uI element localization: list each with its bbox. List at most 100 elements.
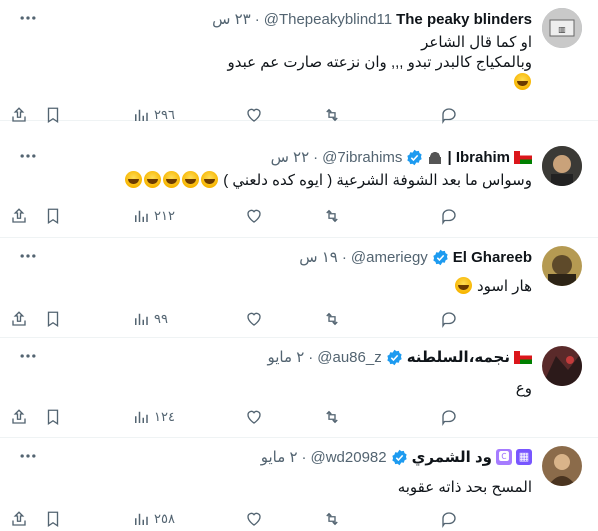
- share-icon: [12, 107, 26, 122]
- svg-text:▥: ▥: [558, 25, 566, 34]
- tweet-time[interactable]: ٢٣ س: [212, 10, 251, 28]
- like-button[interactable]: [245, 204, 263, 228]
- retweet-button[interactable]: [323, 405, 341, 429]
- more-icon[interactable]: [18, 446, 38, 466]
- views-button[interactable]: ٢٥٨: [132, 507, 175, 531]
- tweet-line: او كما قال الشاعر: [421, 34, 532, 51]
- more-icon[interactable]: [18, 246, 38, 266]
- separator-dot: ·: [341, 248, 347, 266]
- bookmark-button[interactable]: [44, 204, 62, 228]
- like-button[interactable]: [245, 307, 263, 331]
- grinning-emoji: [454, 277, 472, 294]
- share-button[interactable]: [10, 405, 28, 429]
- bookmark-button[interactable]: [44, 103, 62, 127]
- avatar[interactable]: [542, 446, 582, 486]
- tweet-time[interactable]: ٢ مايو: [267, 348, 304, 366]
- author-handle[interactable]: @Thepeakyblind11: [264, 11, 392, 28]
- views-count: ٩٩: [154, 311, 168, 326]
- more-icon[interactable]: [18, 8, 38, 28]
- tweet[interactable]: ▦ 🅲 ود الشمري @wd20982 · ٢ مايو المسح بح…: [0, 438, 598, 529]
- retweet-icon: [326, 108, 338, 122]
- tweet-header: نجمه،السلطنه @au86_z · ٢ مايو: [267, 348, 532, 366]
- reply-button[interactable]: [440, 204, 458, 228]
- c-badge-icon: 🅲: [496, 449, 512, 465]
- reply-icon: [442, 410, 456, 426]
- share-button[interactable]: [10, 307, 28, 331]
- bookmark-button[interactable]: [44, 405, 62, 429]
- reply-icon: [442, 312, 456, 328]
- verified-icon: [391, 449, 408, 466]
- tweet-actions: ١٢٤: [10, 405, 532, 429]
- bookmark-icon: [47, 409, 59, 426]
- mosque-icon: [427, 150, 444, 164]
- tweet[interactable]: Ibrahim | @7ibrahims · ٢٢ س وسواس ما بعد…: [0, 138, 598, 238]
- views-button[interactable]: ٢٩٦: [132, 103, 175, 127]
- share-icon: [12, 511, 26, 526]
- views-icon: [135, 210, 148, 222]
- avatar[interactable]: [542, 346, 582, 386]
- author-name[interactable]: The peaky blinders: [396, 11, 532, 28]
- avatar[interactable]: [542, 146, 582, 186]
- views-count: ١٢٤: [154, 409, 175, 424]
- bookmark-button[interactable]: [44, 307, 62, 331]
- laughing-emoji: [514, 73, 531, 90]
- more-icon[interactable]: [18, 346, 38, 366]
- tweet[interactable]: ▥ The peaky blinders @Thepeakyblind11 · …: [0, 0, 598, 124]
- author-name[interactable]: نجمه،السلطنه: [407, 348, 510, 366]
- reply-icon: [442, 512, 456, 528]
- tweet[interactable]: نجمه،السلطنه @au86_z · ٢ مايو وع ١٢٤: [0, 338, 598, 438]
- author-name[interactable]: Ibrahim |: [447, 149, 510, 166]
- like-icon: [247, 512, 261, 526]
- square-badge-icon: ▦: [516, 449, 532, 465]
- share-icon: [12, 409, 26, 424]
- retweet-button[interactable]: [323, 307, 341, 331]
- tweet-time[interactable]: ٢ مايو: [261, 448, 298, 466]
- retweet-icon: [326, 312, 338, 326]
- tweet-time[interactable]: ٢٢ س: [271, 148, 310, 166]
- retweet-icon: [326, 410, 338, 424]
- like-button[interactable]: [245, 405, 263, 429]
- views-button[interactable]: ١٢٤: [132, 405, 175, 429]
- author-handle[interactable]: @wd20982: [311, 449, 387, 466]
- laughing-emoji: [201, 171, 219, 188]
- reply-button[interactable]: [440, 307, 458, 331]
- reply-button[interactable]: [440, 103, 458, 127]
- reply-icon: [442, 209, 456, 225]
- separator-dot: ·: [308, 348, 314, 366]
- tweet-actions: ٩٩: [10, 307, 532, 331]
- author-handle[interactable]: @7ibrahims: [322, 149, 402, 166]
- views-icon: [135, 313, 148, 325]
- more-icon[interactable]: [18, 146, 38, 166]
- retweet-icon: [326, 512, 338, 526]
- views-count: ٢١٢: [154, 208, 175, 223]
- emoji-group: [124, 171, 219, 189]
- tweet-time[interactable]: ١٩ س: [299, 248, 338, 266]
- tweet[interactable]: El Ghareeb @ameriegy · ١٩ س هار اسود ٩٩: [0, 238, 598, 338]
- share-button[interactable]: [10, 204, 28, 228]
- retweet-button[interactable]: [323, 103, 341, 127]
- avatar[interactable]: ▥: [542, 8, 582, 48]
- author-handle[interactable]: @au86_z: [317, 349, 381, 366]
- bookmark-button[interactable]: [44, 507, 62, 531]
- like-button[interactable]: [245, 103, 263, 127]
- bookmark-icon: [47, 311, 59, 328]
- reply-button[interactable]: [440, 507, 458, 531]
- author-handle[interactable]: @ameriegy: [351, 249, 428, 266]
- retweet-button[interactable]: [323, 507, 341, 531]
- reply-icon: [442, 108, 456, 124]
- reply-button[interactable]: [440, 405, 458, 429]
- views-button[interactable]: ٢١٢: [132, 204, 175, 228]
- share-button[interactable]: [10, 103, 28, 127]
- tweet-line: وع: [515, 380, 532, 397]
- like-button[interactable]: [245, 507, 263, 531]
- avatar[interactable]: [542, 246, 582, 286]
- author-name[interactable]: ود الشمري: [412, 448, 492, 466]
- views-button[interactable]: ٩٩: [132, 307, 168, 331]
- laughing-emoji: [125, 171, 143, 188]
- views-count: ٢٥٨: [154, 511, 175, 526]
- retweet-button[interactable]: [323, 204, 341, 228]
- share-button[interactable]: [10, 507, 28, 531]
- tweet-actions: ٢٥٨: [10, 507, 532, 531]
- verified-icon: [432, 249, 449, 266]
- author-name[interactable]: El Ghareeb: [453, 249, 532, 266]
